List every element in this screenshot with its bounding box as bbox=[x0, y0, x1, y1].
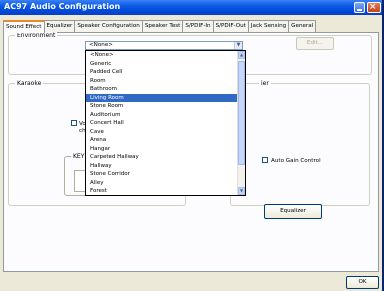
tab-sound-effect[interactable]: Sound Effect bbox=[3, 20, 45, 33]
dropdown-scrollbar[interactable]: ▲ ▼ bbox=[237, 51, 245, 195]
dropdown-option[interactable]: Concert Hall bbox=[86, 119, 238, 128]
dropdown-option[interactable]: Carpeted Hallway bbox=[86, 153, 238, 162]
environment-dropdown-list[interactable]: <None> Generic Padded Cell Room Bathroom Livi… bbox=[85, 50, 246, 196]
dropdown-option[interactable]: Forest bbox=[86, 187, 238, 196]
equalizer-group: ier bbox=[230, 80, 370, 206]
dropdown-items: <None> Generic Padded Cell Room Bathroom Livi… bbox=[86, 51, 238, 196]
environment-select[interactable]: <None> ▼ bbox=[85, 41, 243, 50]
tab-speaker-configuration[interactable]: Speaker Configuration bbox=[74, 20, 143, 32]
voice-cancellation-checkbox[interactable] bbox=[71, 120, 77, 126]
dropdown-option[interactable]: Living Room bbox=[86, 93, 238, 102]
dropdown-option[interactable]: Hangar bbox=[86, 145, 238, 154]
minimize-button[interactable] bbox=[354, 2, 365, 13]
dropdown-option[interactable]: Generic bbox=[86, 60, 238, 69]
ok-button[interactable]: OK bbox=[346, 276, 379, 289]
auto-gain-control-checkbox[interactable] bbox=[262, 157, 268, 163]
window-title: AC97 Audio Configuration bbox=[4, 2, 121, 11]
dropdown-option[interactable]: Auditorium bbox=[86, 111, 238, 120]
equalizer-button[interactable]: Equalizer bbox=[264, 204, 322, 219]
dropdown-option[interactable]: Bathroom bbox=[86, 85, 238, 94]
audio-config-window: AC97 Audio Configuration × Sound Effect … bbox=[0, 0, 384, 291]
tab-jack-sensing[interactable]: Jack Sensing bbox=[247, 20, 290, 32]
title-bar[interactable]: AC97 Audio Configuration × bbox=[0, 0, 382, 15]
environment-group-label: Environment bbox=[15, 32, 58, 39]
dropdown-option[interactable]: Padded Cell bbox=[86, 68, 238, 77]
minimize-icon bbox=[357, 9, 362, 11]
tab-equalizer[interactable]: Equalizer bbox=[43, 20, 76, 32]
dropdown-option[interactable]: <None> bbox=[86, 51, 238, 60]
chevron-down-icon[interactable]: ▼ bbox=[234, 42, 242, 49]
tab-speaker-test[interactable]: Speaker Test bbox=[141, 20, 184, 32]
karaoke-group-label: Karaoke bbox=[15, 80, 44, 87]
dropdown-option[interactable]: Hallway bbox=[86, 162, 238, 171]
tab-spdif-in[interactable]: S/PDIF-In bbox=[182, 20, 214, 32]
scroll-down-icon[interactable]: ▼ bbox=[238, 187, 245, 195]
environment-selected-value: <None> bbox=[89, 42, 113, 48]
scroll-up-icon[interactable]: ▲ bbox=[238, 51, 245, 59]
dropdown-option[interactable]: Alley bbox=[86, 179, 238, 188]
edit-button[interactable]: Edit... bbox=[296, 37, 334, 50]
equalizer-group-label: ier bbox=[259, 80, 271, 87]
auto-gain-control-label: Auto Gain Control bbox=[271, 158, 321, 164]
dropdown-option[interactable]: Cave bbox=[86, 128, 238, 137]
dropdown-option[interactable]: Stone Room bbox=[86, 102, 238, 111]
scrollbar-thumb[interactable] bbox=[238, 61, 245, 165]
close-icon: × bbox=[369, 2, 377, 12]
close-button[interactable]: × bbox=[367, 2, 381, 13]
dropdown-option[interactable]: Stone Corridor bbox=[86, 170, 238, 179]
dropdown-option[interactable]: Arena bbox=[86, 136, 238, 145]
tab-spdif-out[interactable]: S/PDIF-Out bbox=[212, 20, 249, 32]
tab-general[interactable]: General bbox=[288, 20, 317, 32]
dropdown-option[interactable]: Room bbox=[86, 77, 238, 86]
